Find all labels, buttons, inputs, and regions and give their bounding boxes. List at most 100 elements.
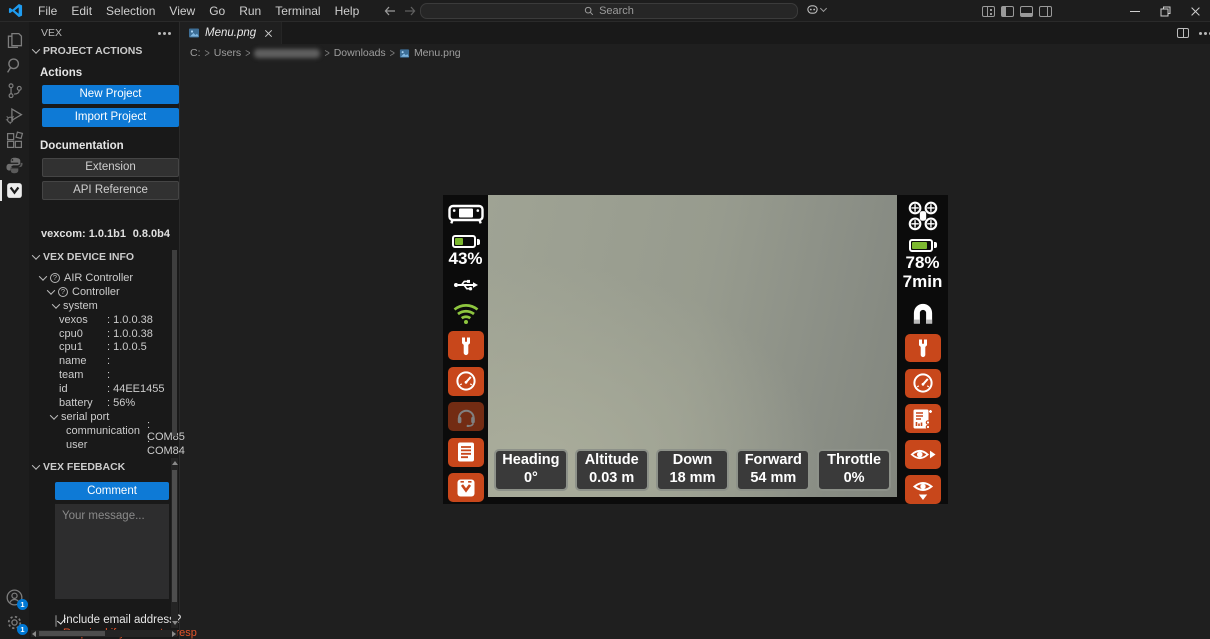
scroll-right-icon[interactable] xyxy=(172,631,176,637)
toggle-primary-sidebar-icon[interactable] xyxy=(1001,6,1014,17)
new-project-button[interactable]: New Project xyxy=(42,85,179,104)
hud-left-column: 43% xyxy=(443,195,488,504)
more-actions-icon[interactable] xyxy=(1199,32,1202,35)
drone-dashboard-button[interactable] xyxy=(905,369,941,398)
chevron-down-icon xyxy=(50,411,58,419)
view-forward-camera-button[interactable] xyxy=(905,440,941,469)
copilot-button[interactable] xyxy=(806,3,826,16)
battery-icon xyxy=(909,239,937,252)
breadcrumb-downloads[interactable]: Downloads xyxy=(334,47,386,59)
accounts-button[interactable]: 1 xyxy=(0,585,29,610)
sidebar-item-python[interactable] xyxy=(0,153,29,178)
section-feedback[interactable]: VEX FEEDBACK xyxy=(29,460,179,474)
controller-dashboard-button[interactable] xyxy=(448,367,484,396)
menu-selection[interactable]: Selection xyxy=(99,0,162,22)
menu-terminal[interactable]: Terminal xyxy=(268,0,327,22)
back-arrow-icon[interactable] xyxy=(384,6,396,16)
sidebar-horizontal-scrollbar[interactable] xyxy=(31,630,177,637)
tree-item-air-controller[interactable]: ? AIR Controller xyxy=(29,271,179,285)
tab-menu-png[interactable]: Menu.png xyxy=(180,22,282,44)
menu-file[interactable]: File xyxy=(31,0,64,22)
scroll-down-icon[interactable] xyxy=(172,621,178,625)
vscode-logo-icon xyxy=(8,3,23,18)
more-actions-icon[interactable] xyxy=(158,32,161,35)
log-icon xyxy=(456,441,476,463)
tab-bar: Menu.png xyxy=(180,22,1210,44)
sidebar-item-vex[interactable] xyxy=(0,178,29,203)
hud-right-column: 78% 7min xyxy=(897,195,948,504)
feedback-scrollbar[interactable] xyxy=(171,458,178,628)
scroll-left-icon[interactable] xyxy=(32,631,36,637)
tree-item-controller[interactable]: ? Controller xyxy=(29,285,179,299)
toggle-secondary-sidebar-icon[interactable] xyxy=(1039,6,1052,17)
tree-item-battery[interactable]: battery: 56% xyxy=(29,396,179,410)
flight-log-button[interactable] xyxy=(905,404,941,433)
breadcrumb-username-redacted[interactable] xyxy=(254,49,320,58)
tree-item-user[interactable]: user: COM84 xyxy=(29,438,179,452)
gauge-icon xyxy=(912,372,934,394)
headset-button[interactable] xyxy=(448,402,484,431)
view-down-camera-button[interactable] xyxy=(905,475,941,504)
tree-item-team[interactable]: team: xyxy=(29,368,179,382)
tree-scrollbar[interactable] xyxy=(172,250,177,436)
sidebar-item-source-control[interactable] xyxy=(0,78,29,103)
headset-icon xyxy=(455,406,477,427)
vexcom-version: vexcom: 1.0.1b1 xyxy=(41,228,126,242)
tree-item-system[interactable]: system xyxy=(29,299,179,313)
tab-label: Menu.png xyxy=(205,27,256,39)
breadcrumb-users[interactable]: Users xyxy=(214,47,241,59)
include-email-checkbox[interactable] xyxy=(55,615,57,627)
search-input[interactable]: Search xyxy=(420,3,798,19)
sidebar-item-search[interactable] xyxy=(0,53,29,78)
customize-layout-icon[interactable] xyxy=(982,6,995,17)
feedback-message-input[interactable] xyxy=(55,504,169,599)
sidebar-item-run-debug[interactable] xyxy=(0,103,29,128)
tree-item-cpu0[interactable]: cpu0: 1.0.0.38 xyxy=(29,327,179,341)
close-icon[interactable] xyxy=(264,29,273,38)
api-reference-button[interactable]: API Reference xyxy=(42,181,179,200)
sidebar-item-extensions[interactable] xyxy=(0,128,29,153)
vscode-window: { "colors": { "accent_blue": "#0e7ad6", … xyxy=(0,0,1210,639)
configure-controller-button[interactable] xyxy=(448,331,484,360)
settings-button[interactable]: 1 xyxy=(0,610,29,635)
scroll-up-icon[interactable] xyxy=(172,461,178,465)
menu-view[interactable]: View xyxy=(162,0,202,22)
camera-letterbox xyxy=(488,497,897,504)
extension-docs-button[interactable]: Extension xyxy=(42,158,179,177)
menu-go[interactable]: Go xyxy=(202,0,232,22)
sidebar-item-explorer[interactable] xyxy=(0,28,29,53)
tree-item-id[interactable]: id: 44EE1455 xyxy=(29,382,179,396)
device-info-tree: ? AIR Controller ? Controller system vex… xyxy=(29,271,179,452)
configure-drone-button[interactable] xyxy=(905,334,941,363)
controller-battery-percent: 43% xyxy=(448,250,482,269)
search-icon xyxy=(5,56,24,75)
tree-item-name[interactable]: name: xyxy=(29,354,179,368)
activity-bar: 1 1 xyxy=(0,22,29,639)
toggle-panel-icon[interactable] xyxy=(1020,6,1033,17)
vex-toolbox-button[interactable] xyxy=(448,473,484,502)
telemetry-bar: Heading0° Altitude0.03 m Down18 mm Forwa… xyxy=(488,449,897,491)
copilot-icon xyxy=(806,3,819,16)
menu-help[interactable]: Help xyxy=(328,0,367,22)
section-project-actions[interactable]: PROJECT ACTIONS xyxy=(29,44,179,58)
log-button[interactable] xyxy=(448,438,484,467)
sidebar-title: VEX xyxy=(41,27,62,39)
tree-item-vexos[interactable]: vexos: 1.0.0.38 xyxy=(29,313,179,327)
close-button[interactable] xyxy=(1180,0,1210,22)
section-label: VEX DEVICE INFO xyxy=(43,251,134,263)
vex-box-icon xyxy=(456,478,476,498)
controller-icon xyxy=(448,201,484,227)
restore-button[interactable] xyxy=(1150,0,1180,22)
split-editor-icon[interactable] xyxy=(1177,28,1189,38)
menu-run[interactable]: Run xyxy=(232,0,268,22)
import-project-button[interactable]: Import Project xyxy=(42,108,179,127)
forward-arrow-icon[interactable] xyxy=(404,6,416,16)
breadcrumb-file[interactable]: Menu.png xyxy=(414,47,461,59)
tree-item-cpu1[interactable]: cpu1: 1.0.0.5 xyxy=(29,340,179,354)
comment-button[interactable]: Comment xyxy=(55,482,169,500)
battery-icon xyxy=(452,235,480,248)
menu-edit[interactable]: Edit xyxy=(64,0,99,22)
breadcrumb-drive[interactable]: C: xyxy=(190,47,201,59)
section-device-info[interactable]: VEX DEVICE INFO xyxy=(29,250,179,264)
minimize-button[interactable] xyxy=(1120,0,1150,22)
